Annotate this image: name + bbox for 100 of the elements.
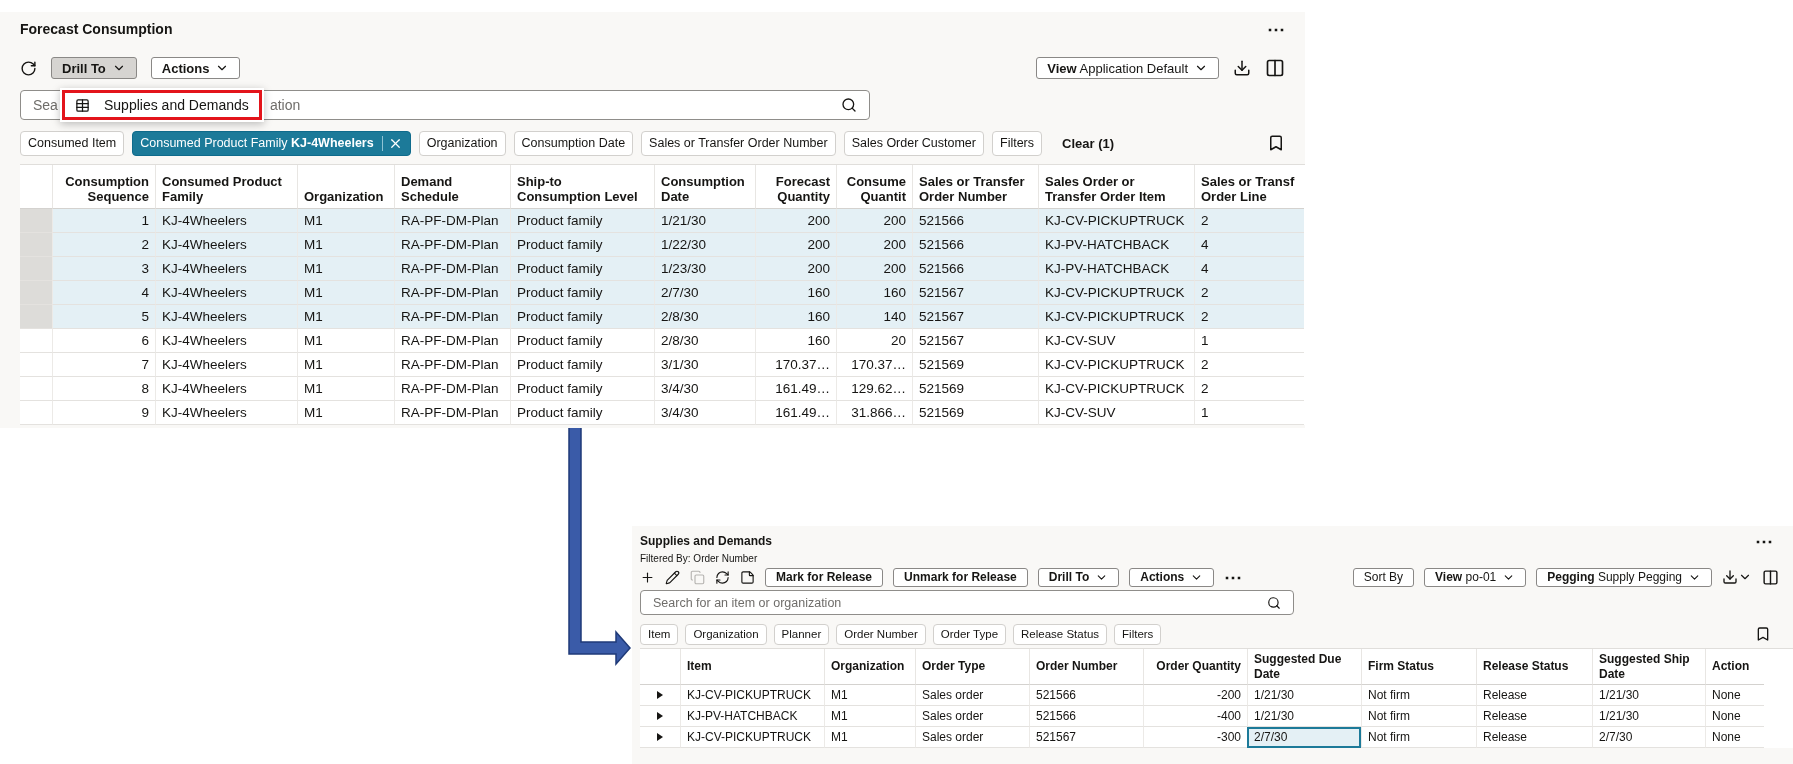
table-cell: 2	[52, 233, 155, 257]
bookmark-icon[interactable]	[1755, 626, 1771, 642]
toolbar-button[interactable]	[715, 569, 730, 585]
download-button[interactable]	[1233, 59, 1251, 77]
table-cell: 4	[1194, 257, 1304, 281]
filter-chip[interactable]: Order Number	[836, 623, 926, 645]
column-header[interactable]: Sales or Transf Order Line	[1194, 165, 1304, 209]
table-cell: M1	[297, 305, 394, 329]
filter-chip[interactable]: Order Type	[932, 623, 1007, 645]
column-header[interactable]: Consumed Product Family	[155, 165, 297, 209]
table-cell: 2/8/30	[654, 305, 755, 329]
column-header[interactable]: Order Quantity	[1143, 649, 1247, 685]
column-header[interactable]: Ship-to Consumption Level	[510, 165, 654, 209]
table-cell: KJ-PV-HATCHBACK	[680, 706, 824, 727]
table-cell: 1	[52, 209, 155, 233]
columns-button[interactable]	[1762, 568, 1779, 586]
toolbar-button[interactable]	[640, 569, 655, 585]
menu-item[interactable]: Supplies and Demands	[62, 90, 262, 120]
column-header[interactable]: Order Type	[915, 649, 1029, 685]
table-cell: KJ-4Wheelers	[155, 377, 297, 401]
table-cell: M1	[297, 257, 394, 281]
table-cell: 160	[755, 329, 836, 353]
table-cell: 1/22/30	[654, 233, 755, 257]
table-cell: 521566	[912, 209, 1038, 233]
expand-icon[interactable]	[657, 712, 663, 720]
table-cell: 3/4/30	[654, 401, 755, 425]
drill-to-button[interactable]: Drill To	[51, 57, 137, 79]
table-cell: Product family	[510, 233, 654, 257]
filter-chip[interactable]: Consumed Item	[20, 130, 125, 156]
table-cell: 521566	[1029, 706, 1143, 727]
panel-title: Supplies and Demands	[640, 534, 773, 548]
view-button[interactable]: View Application Default	[1036, 57, 1219, 79]
more-button[interactable]: ⋯	[1267, 20, 1285, 38]
column-header[interactable]: Organization	[297, 165, 394, 209]
refresh-button[interactable]	[20, 59, 37, 77]
filter-chip[interactable]: Consumed Product Family KJ-4Wheelers	[132, 130, 411, 156]
column-header[interactable]: Suggested Due Date	[1247, 649, 1361, 685]
table-cell: 200	[836, 233, 912, 257]
column-header[interactable]: Suggested Ship Date	[1592, 649, 1705, 685]
filter-chip[interactable]: Sales or Transfer Order Number	[641, 130, 836, 156]
search-field[interactable]: Search for an item or organization	[640, 590, 1294, 615]
table-cell: KJ-CV-PICKUPTRUCK	[680, 685, 824, 706]
toolbar-button[interactable]	[740, 569, 755, 585]
column-header[interactable]: Organization	[824, 649, 915, 685]
toolbar-button[interactable]: Sort By	[1352, 567, 1415, 587]
table-cell: 20	[836, 329, 912, 353]
column-header[interactable]: Sales Order or Transfer Order Item	[1038, 165, 1194, 209]
toolbar-button[interactable]	[665, 569, 680, 585]
column-header[interactable]: Sales or Transfer Order Number	[912, 165, 1038, 209]
more-button[interactable]: ⋯	[1755, 532, 1773, 550]
table-cell: 1/21/30	[1247, 685, 1361, 706]
toolbar-button[interactable]: Pegging Supply Pegging	[1536, 567, 1712, 587]
filter-chip[interactable]: Organization	[685, 623, 767, 645]
filter-chip[interactable]: Filters	[1114, 623, 1162, 645]
column-header[interactable]: Consume Quantit	[836, 165, 912, 209]
table-cell: KJ-4Wheelers	[155, 401, 297, 425]
filter-chip[interactable]: Release Status	[1013, 623, 1108, 645]
column-header[interactable]: Action	[1705, 649, 1764, 685]
table-cell: KJ-PV-HATCHBACK	[1038, 257, 1194, 281]
table-cell: 521569	[912, 377, 1038, 401]
table-cell: 521567	[1029, 727, 1143, 748]
columns-button[interactable]	[1265, 58, 1285, 78]
table-cell: 521567	[912, 305, 1038, 329]
table-cell: 2	[1194, 209, 1304, 233]
column-header[interactable]: Firm Status	[1361, 649, 1476, 685]
column-header[interactable]: Consumption Sequence	[52, 165, 155, 209]
column-header[interactable]: Release Status	[1476, 649, 1592, 685]
expand-icon[interactable]	[657, 733, 663, 741]
filter-chip[interactable]: Item	[640, 623, 679, 645]
table-cell: Product family	[510, 377, 654, 401]
table-cell: 31.866…	[836, 401, 912, 425]
table-cell: RA-PF-DM-Plan	[394, 353, 510, 377]
bookmark-icon[interactable]	[1267, 134, 1285, 152]
column-header[interactable]: Consumption Date	[654, 165, 755, 209]
toolbar-button[interactable]: Actions	[1129, 567, 1215, 587]
table-cell: 1	[1194, 401, 1304, 425]
filter-chip[interactable]: Filters	[992, 130, 1043, 156]
table-cell: KJ-4Wheelers	[155, 233, 297, 257]
table-cell: 140	[836, 305, 912, 329]
column-header[interactable]: Forecast Quantity	[755, 165, 836, 209]
column-header[interactable]: Item	[680, 649, 824, 685]
filter-chip[interactable]: Consumption Date	[513, 130, 634, 156]
actions-button[interactable]: Actions	[150, 57, 241, 79]
more-button[interactable]: ⋯	[1224, 568, 1243, 586]
filter-chip[interactable]: Planner	[773, 623, 830, 645]
clear-link[interactable]: Clear (1)	[1062, 135, 1115, 151]
table-cell: RA-PF-DM-Plan	[394, 281, 510, 305]
filter-chip[interactable]: Organization	[418, 130, 506, 156]
table-cell: 1/21/30	[1247, 706, 1361, 727]
column-header[interactable]: Demand Schedule	[394, 165, 510, 209]
toolbar-button[interactable]: Drill To	[1037, 567, 1120, 587]
filter-chip[interactable]: Sales Order Customer	[843, 130, 984, 156]
column-header[interactable]: Order Number	[1029, 649, 1143, 685]
toolbar-button[interactable]: Unmark for Release	[893, 567, 1028, 587]
download-button[interactable]	[1722, 569, 1752, 585]
expand-icon[interactable]	[657, 691, 663, 699]
table-cell: RA-PF-DM-Plan	[394, 377, 510, 401]
table-cell: 161.49…	[755, 377, 836, 401]
toolbar-button[interactable]: View po-01	[1424, 567, 1527, 587]
toolbar-button[interactable]: Mark for Release	[765, 567, 884, 587]
